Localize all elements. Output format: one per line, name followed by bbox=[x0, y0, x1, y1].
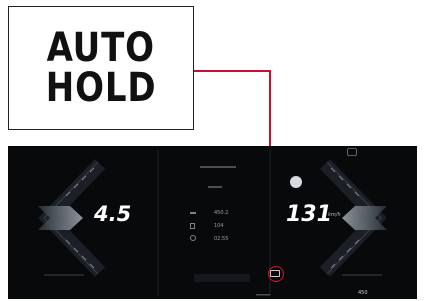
trip-distance-value: 450.2 bbox=[214, 210, 229, 216]
trip-fuel-value: 104 bbox=[214, 223, 224, 229]
leader-line-horizontal bbox=[194, 70, 270, 72]
bottom-message-bar bbox=[194, 274, 250, 282]
network-icon bbox=[347, 148, 357, 156]
left-readout-value: 4.5 bbox=[94, 202, 132, 226]
speed-unit: km/h bbox=[328, 212, 341, 218]
bottom-right-bar bbox=[342, 274, 382, 276]
fuel-icon bbox=[190, 223, 195, 229]
speed-value: 131 bbox=[286, 202, 332, 227]
distance-icon bbox=[190, 212, 196, 214]
callout-line-auto: AUTO bbox=[46, 25, 156, 71]
drive-mode-badge-icon bbox=[290, 176, 302, 188]
callout-line-hold: HOLD bbox=[45, 65, 157, 111]
trip-time-value: 02:55 bbox=[214, 236, 229, 242]
auto-hold-highlight-circle bbox=[268, 266, 284, 282]
bottom-left-bar bbox=[44, 274, 84, 276]
range-value: 450 bbox=[358, 290, 368, 296]
gear-indicator-bar bbox=[208, 186, 222, 188]
instrument-cluster: 4.5 131 km/h 450.2 104 02:55 450 bbox=[8, 146, 417, 299]
auto-hold-callout-box: AUTO HOLD bbox=[8, 6, 194, 130]
top-status-bar bbox=[200, 166, 236, 168]
clock-icon bbox=[190, 235, 196, 241]
bottom-center-dash bbox=[256, 294, 270, 296]
cluster-graphics bbox=[38, 150, 387, 296]
